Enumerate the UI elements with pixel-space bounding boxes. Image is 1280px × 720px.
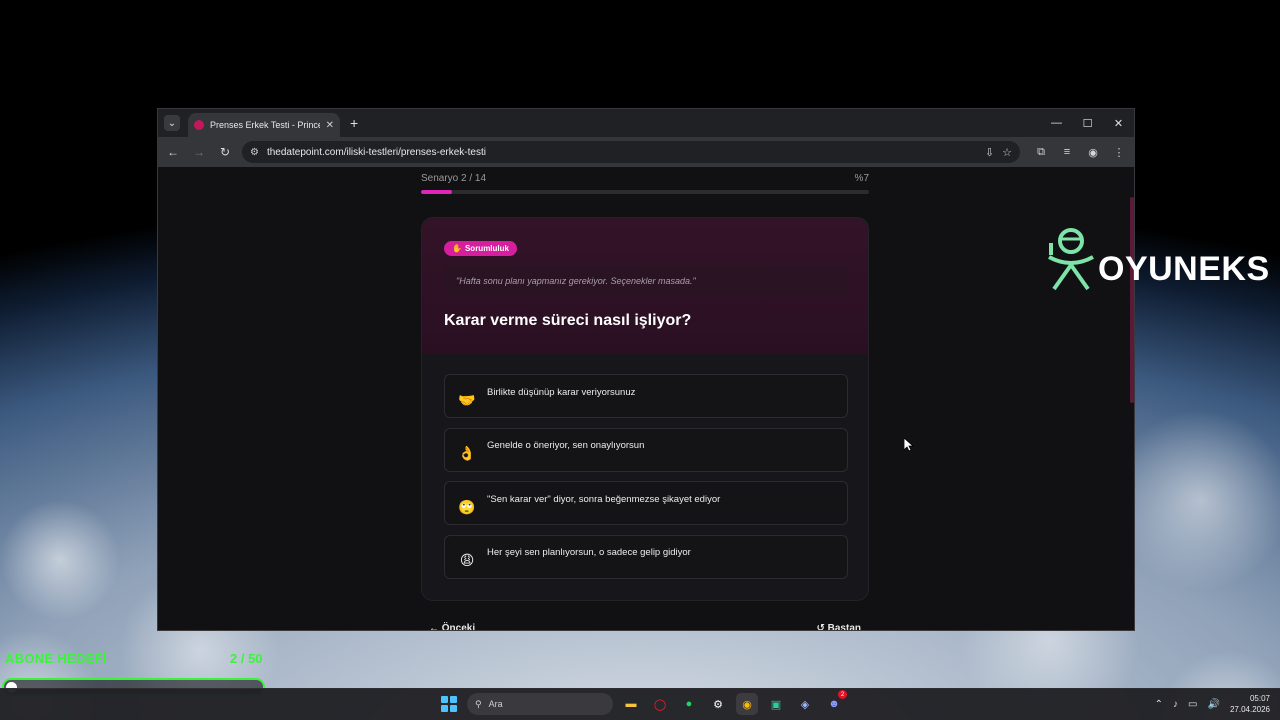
tab-close-icon[interactable]: ✕ xyxy=(326,120,334,131)
answer-option-label: "Sen karar ver" diyor, sonra beğenmezse … xyxy=(487,493,721,505)
bookmark-star-icon[interactable]: ☆ xyxy=(1002,146,1012,159)
category-badge: ✋ Sorumluluk xyxy=(444,241,517,256)
answer-option-2[interactable]: 👌 Genelde o öneriyor, sen onaylıyorsun xyxy=(444,427,848,472)
previous-label: Önceki xyxy=(441,623,476,631)
microphone-icon[interactable]: ♪ xyxy=(1173,699,1178,710)
brand-name: OYUNEKS xyxy=(1098,249,1270,288)
maximize-icon[interactable]: ☐ xyxy=(1072,109,1103,137)
volume-icon[interactable]: 🔊 xyxy=(1208,699,1220,710)
new-tab-icon[interactable]: + xyxy=(350,115,358,131)
question-title: Karar verme süreci nasıl işliyor? xyxy=(444,312,692,329)
taskbar-apps: ⚲ Ara ▬ ◯ ● ⚙ ◉ ▣ ◈ ☻ 2 xyxy=(438,690,847,715)
eye-roll-icon: 🙄 xyxy=(458,498,476,515)
steam-icon[interactable]: ⚙ xyxy=(707,693,729,715)
tab-strip: ⌄ Prenses Erkek Testi - Princess M ✕ + —… xyxy=(158,109,1134,137)
weary-face-icon: 😩 xyxy=(459,552,475,568)
question-card: ✋ Sorumluluk "Hafta sonu planı yapmanız … xyxy=(421,217,869,601)
url-text[interactable]: thedatepoint.com/iliski-testleri/prenses… xyxy=(267,147,977,158)
menu-icon[interactable]: ⋮ xyxy=(1110,143,1128,161)
windows-taskbar: ⚲ Ara ▬ ◯ ● ⚙ ◉ ▣ ◈ ☻ 2 ⌃ ♪ ▭ 🔊 05:07 27… xyxy=(0,688,1280,720)
browser-toolbar: ← → ↻ ⚙ thedatepoint.com/iliski-testleri… xyxy=(158,137,1134,167)
answer-option-1[interactable]: 🤝 Birlikte düşünüp karar veriyorsunuz xyxy=(444,374,848,418)
answer-option-label: Genelde o öneriyor, sen onaylıyorsun xyxy=(487,440,645,451)
subscribe-goal-count: 2 / 50 xyxy=(230,651,263,666)
clock[interactable]: 05:07 27.04.2026 xyxy=(1230,693,1270,715)
address-bar[interactable]: ⚙ thedatepoint.com/iliski-testleri/prens… xyxy=(242,141,1020,163)
tab-title: Prenses Erkek Testi - Princess M xyxy=(210,120,320,130)
profile-icon[interactable]: ◉ xyxy=(1084,143,1102,161)
previous-button[interactable]: ← Önceki xyxy=(429,623,476,631)
tray-overflow-icon[interactable]: ⌃ xyxy=(1155,699,1163,710)
search-icon: ⚲ xyxy=(475,698,482,709)
quiz-navigation: ← Önceki ↺ Baştan xyxy=(421,623,869,631)
tab-prenses-erkek-testi[interactable]: Prenses Erkek Testi - Princess M ✕ xyxy=(188,113,340,137)
app-icon[interactable]: ▣ xyxy=(765,693,787,715)
back-icon[interactable]: ← xyxy=(164,143,182,161)
subscribe-goal-label: ABONE HEDEFİ xyxy=(5,651,107,666)
search-placeholder: Ara xyxy=(488,699,503,709)
page-viewport: Senaryo 2 / 14 %7 ✋ Sorumluluk "Hafta so… xyxy=(158,167,1134,631)
opera-icon[interactable]: ◯ xyxy=(649,693,671,715)
progress-percent: %7 xyxy=(854,173,869,184)
progress-bar xyxy=(421,190,869,194)
hand-icon: ✋ xyxy=(452,244,462,253)
close-window-icon[interactable]: ✕ xyxy=(1103,109,1134,137)
answer-option-3[interactable]: 🙄 "Sen karar ver" diyor, sonra beğenmezs… xyxy=(444,481,848,525)
media-control-icon[interactable]: ≡ xyxy=(1058,143,1076,161)
oyuneks-logo: OYUNEKS xyxy=(1046,225,1270,293)
chrome-icon[interactable]: ◉ xyxy=(736,693,758,715)
answer-option-label: Her şeyi sen planlıyorsun, o sadece geli… xyxy=(487,547,691,558)
reload-icon[interactable]: ↻ xyxy=(216,143,234,161)
progress-section: Senaryo 2 / 14 %7 xyxy=(421,173,869,194)
scenario-text: "Hafta sonu planı yapmanız gerekiyor. Se… xyxy=(444,266,848,296)
clock-date: 27.04.2026 xyxy=(1229,705,1270,714)
forward-icon[interactable]: → xyxy=(190,143,208,161)
progress-bar-fill xyxy=(421,190,453,194)
clock-time: 05:07 xyxy=(1249,694,1270,703)
windows-start-icon[interactable] xyxy=(438,693,460,715)
file-explorer-icon[interactable]: ▬ xyxy=(620,693,642,715)
network-app-icon[interactable]: ◈ xyxy=(794,693,816,715)
display-icon[interactable]: ▭ xyxy=(1188,699,1197,710)
ok-hand-icon: 👌 xyxy=(458,445,476,461)
handshake-icon: 🤝 xyxy=(458,391,476,408)
scenario-counter: Senaryo 2 / 14 xyxy=(421,173,487,184)
discord-notification-badge: 2 xyxy=(838,690,847,699)
discord-icon[interactable]: ☻ 2 xyxy=(823,690,847,715)
minimize-icon[interactable]: — xyxy=(1041,109,1072,137)
category-label: Sorumluluk xyxy=(464,244,509,253)
tab-search-icon[interactable]: ⌄ xyxy=(164,115,180,131)
restart-label: Baştan xyxy=(827,623,861,631)
extensions-icon[interactable]: ⧉ xyxy=(1032,143,1050,161)
question-header: ✋ Sorumluluk "Hafta sonu planı yapmanız … xyxy=(422,218,868,354)
answer-option-label: Birlikte düşünüp karar veriyorsunuz xyxy=(487,386,636,398)
install-app-icon[interactable]: ⇩ xyxy=(985,146,994,159)
restart-button[interactable]: ↺ Baştan xyxy=(816,623,861,631)
answer-option-4[interactable]: 😩 Her şeyi sen planlıyorsun, o sadece ge… xyxy=(444,534,848,579)
window-controls: — ☐ ✕ xyxy=(1041,109,1134,137)
spotify-icon[interactable]: ● xyxy=(678,693,700,715)
site-favicon-icon xyxy=(194,120,204,130)
system-tray: ⌃ ♪ ▭ 🔊 05:07 27.04.2026 xyxy=(1155,693,1270,715)
taskbar-search[interactable]: ⚲ Ara xyxy=(467,693,613,715)
brand-mascot-icon xyxy=(1048,228,1094,291)
browser-window: ⌄ Prenses Erkek Testi - Princess M ✕ + —… xyxy=(157,108,1135,631)
answer-options: 🤝 Birlikte düşünüp karar veriyorsunuz 👌 … xyxy=(444,374,848,588)
site-info-icon[interactable]: ⚙ xyxy=(250,147,259,158)
